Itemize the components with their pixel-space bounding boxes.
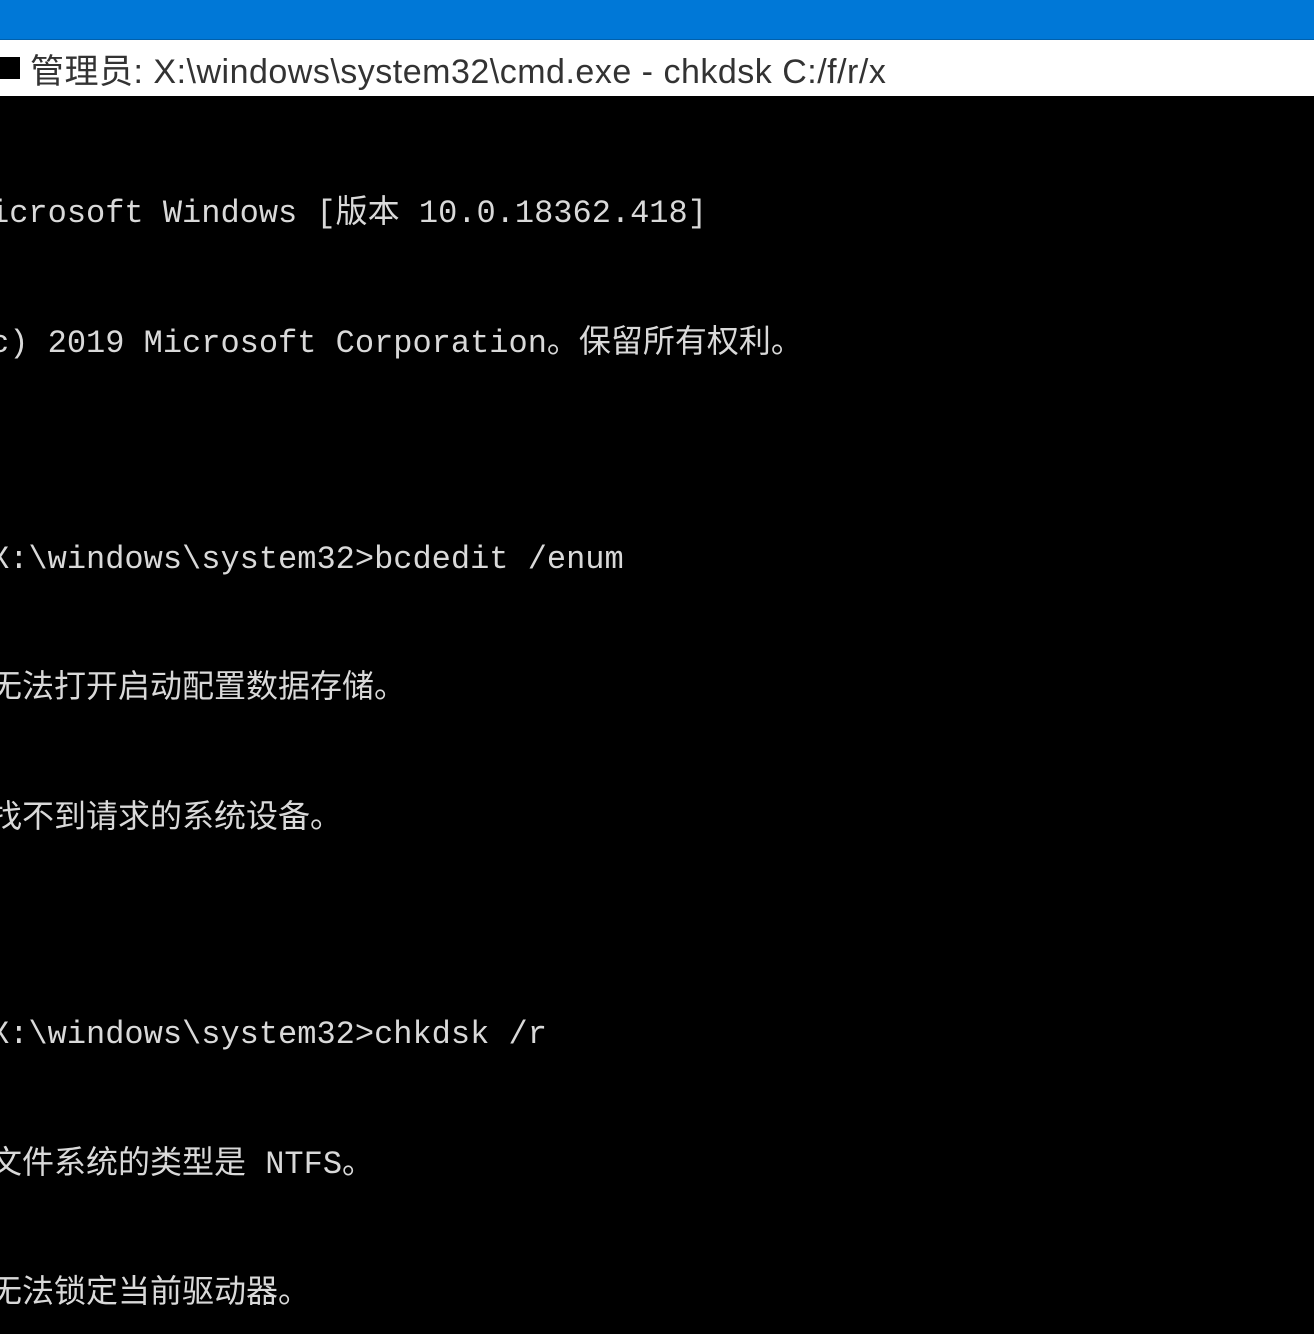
window-titlebar[interactable]: 管理员: X:\windows\system32\cmd.exe - chkds… bbox=[0, 40, 1314, 96]
console-line: X:\windows\system32>bcdedit /enum bbox=[0, 538, 1314, 581]
cmd-icon bbox=[0, 57, 20, 79]
console-line: 文件系统的类型是 NTFS。 bbox=[0, 1143, 1314, 1186]
cmd-window: 管理员: X:\windows\system32\cmd.exe - chkds… bbox=[0, 40, 1314, 1334]
desktop-background: 管理员: X:\windows\system32\cmd.exe - chkds… bbox=[0, 0, 1314, 1334]
console-line: X:\windows\system32>chkdsk /r bbox=[0, 1013, 1314, 1056]
window-title: 管理员: X:\windows\system32\cmd.exe - chkds… bbox=[30, 44, 886, 93]
console-line: c) 2019 Microsoft Corporation。保留所有权利。 bbox=[0, 322, 1314, 365]
console-line: 无法打开启动配置数据存储。 bbox=[0, 667, 1314, 710]
console-line: icrosoft Windows [版本 10.0.18362.418] bbox=[0, 192, 1314, 235]
console-line: 无法锁定当前驱动器。 bbox=[0, 1272, 1314, 1315]
console-line: 找不到请求的系统设备。 bbox=[0, 797, 1314, 840]
console-output[interactable]: icrosoft Windows [版本 10.0.18362.418] c) … bbox=[0, 96, 1314, 1334]
